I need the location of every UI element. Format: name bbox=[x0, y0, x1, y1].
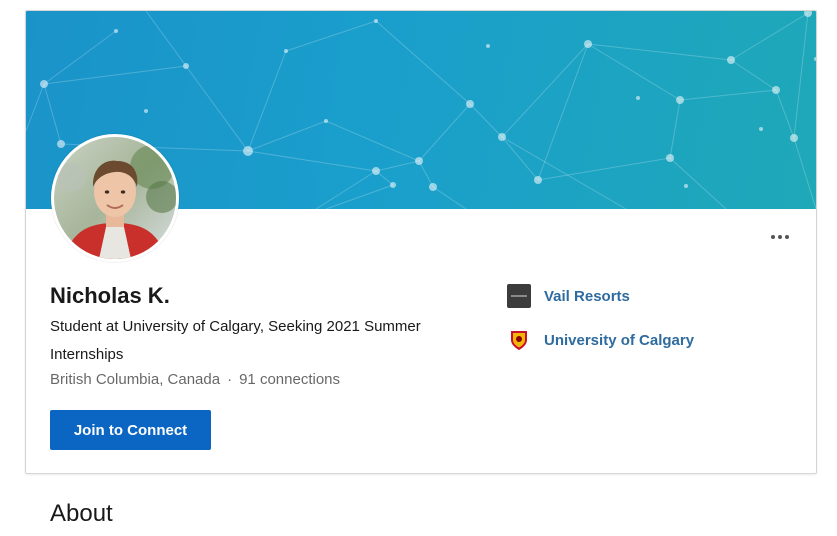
profile-card: Nicholas K. Student at University of Cal… bbox=[25, 10, 817, 474]
about-section-title: About bbox=[50, 500, 113, 527]
profile-meta: British Columbia, Canada · 91 connections bbox=[50, 371, 340, 388]
join-to-connect-button[interactable]: Join to Connect bbox=[50, 410, 211, 450]
meta-separator: · bbox=[227, 371, 233, 388]
org-label: University of Calgary bbox=[544, 331, 695, 349]
more-options-button[interactable] bbox=[766, 229, 794, 245]
company-logo-icon bbox=[507, 284, 531, 308]
profile-photo bbox=[54, 137, 176, 259]
profile-name: Nicholas K. bbox=[50, 283, 170, 308]
org-label: Vail Resorts bbox=[544, 287, 630, 305]
experience-list: Vail Resorts University of Calgary bbox=[507, 283, 694, 371]
connections-count: 91 connections bbox=[239, 371, 340, 388]
more-options-icon bbox=[771, 235, 775, 239]
profile-headline: Student at University of Calgary, Seekin… bbox=[50, 318, 421, 363]
profile-avatar[interactable] bbox=[51, 134, 179, 262]
school-crest-icon bbox=[507, 328, 531, 352]
org-university-of-calgary[interactable]: University of Calgary bbox=[507, 327, 694, 353]
org-vail-resorts[interactable]: Vail Resorts bbox=[507, 283, 694, 309]
profile-location: British Columbia, Canada bbox=[50, 371, 221, 388]
